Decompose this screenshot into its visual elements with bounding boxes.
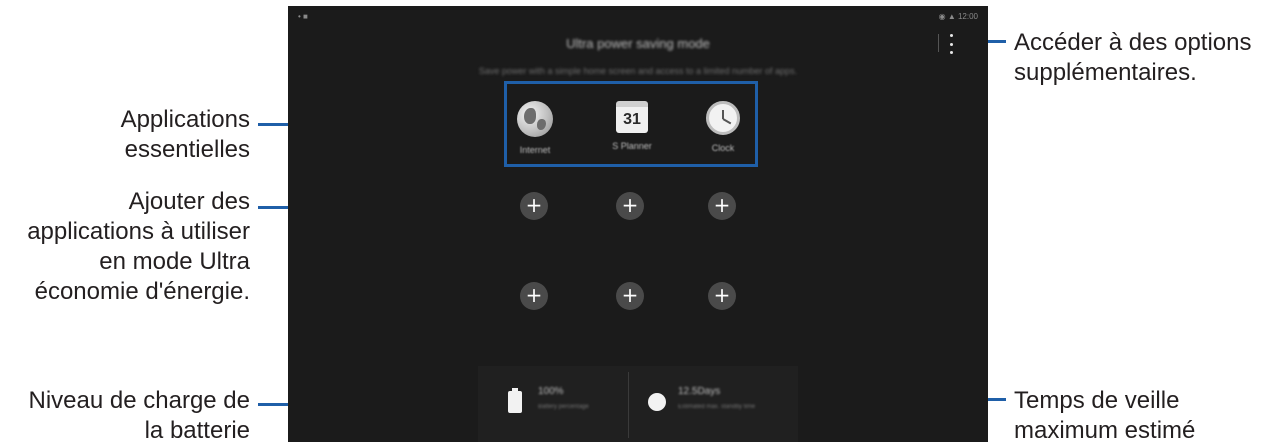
device-screen: • ■ ◉ ▲ 12:00 Ultra power saving mode Sa… (288, 6, 988, 442)
callout-line: Applications (120, 106, 250, 133)
callout-line: Ajouter des (128, 188, 250, 215)
add-app-button[interactable]: + (616, 192, 644, 220)
status-bar-right: ◉ ▲ 12:00 (938, 12, 978, 21)
status-bar-left: • ■ (298, 12, 308, 21)
callout-line: essentielles (124, 136, 250, 163)
summary-divider (628, 372, 629, 438)
callout-more-options: Accéder à des options supplémentaires. (1014, 28, 1251, 88)
app-label: Clock (711, 143, 735, 153)
screen-description: Save power with a simple home screen and… (478, 66, 798, 76)
standby-icon (648, 393, 666, 411)
add-app-button[interactable]: + (520, 192, 548, 220)
app-label: S Planner (612, 141, 652, 151)
callout-line: Accéder à des options (1014, 29, 1252, 56)
app-label: Internet (519, 145, 551, 155)
callout-line: Temps de veille (1014, 387, 1180, 414)
clock-icon (706, 101, 740, 135)
add-app-button[interactable]: + (708, 192, 736, 220)
callout-line: en mode Ultra (99, 248, 250, 275)
callout-line: applications à utiliser (27, 218, 250, 245)
standby-time-subtitle: Estimated max. standby time (678, 404, 756, 410)
callout-line: économie d'énergie. (34, 278, 250, 305)
callout-essential-apps: Applications essentielles (0, 105, 250, 165)
standby-time-value: 12.5Days (678, 386, 721, 397)
battery-icon (508, 388, 522, 413)
callout-add-apps: Ajouter des applications à utiliser en m… (0, 187, 250, 307)
add-app-button[interactable]: + (520, 282, 548, 310)
callout-line: Niveau de charge de (28, 387, 250, 414)
callout-line: supplémentaires. (1014, 59, 1197, 86)
add-app-button[interactable]: + (616, 282, 644, 310)
add-app-button[interactable]: + (708, 282, 736, 310)
battery-percentage: 100% (538, 386, 564, 397)
screen-title: Ultra power saving mode (566, 36, 710, 51)
callout-standby-time: Temps de veille maximum estimé (1014, 386, 1195, 446)
app-s-planner[interactable]: 31 S Planner (597, 101, 667, 151)
battery-subtitle: Battery percentage (538, 404, 589, 410)
action-bar-divider (938, 34, 939, 52)
app-clock[interactable]: Clock (688, 101, 758, 153)
app-internet[interactable]: Internet (500, 101, 570, 155)
calendar-icon: 31 (616, 101, 648, 133)
more-options-icon[interactable] (946, 34, 956, 54)
callout-battery-level: Niveau de charge de la batterie (0, 386, 250, 446)
globe-icon (517, 101, 553, 137)
